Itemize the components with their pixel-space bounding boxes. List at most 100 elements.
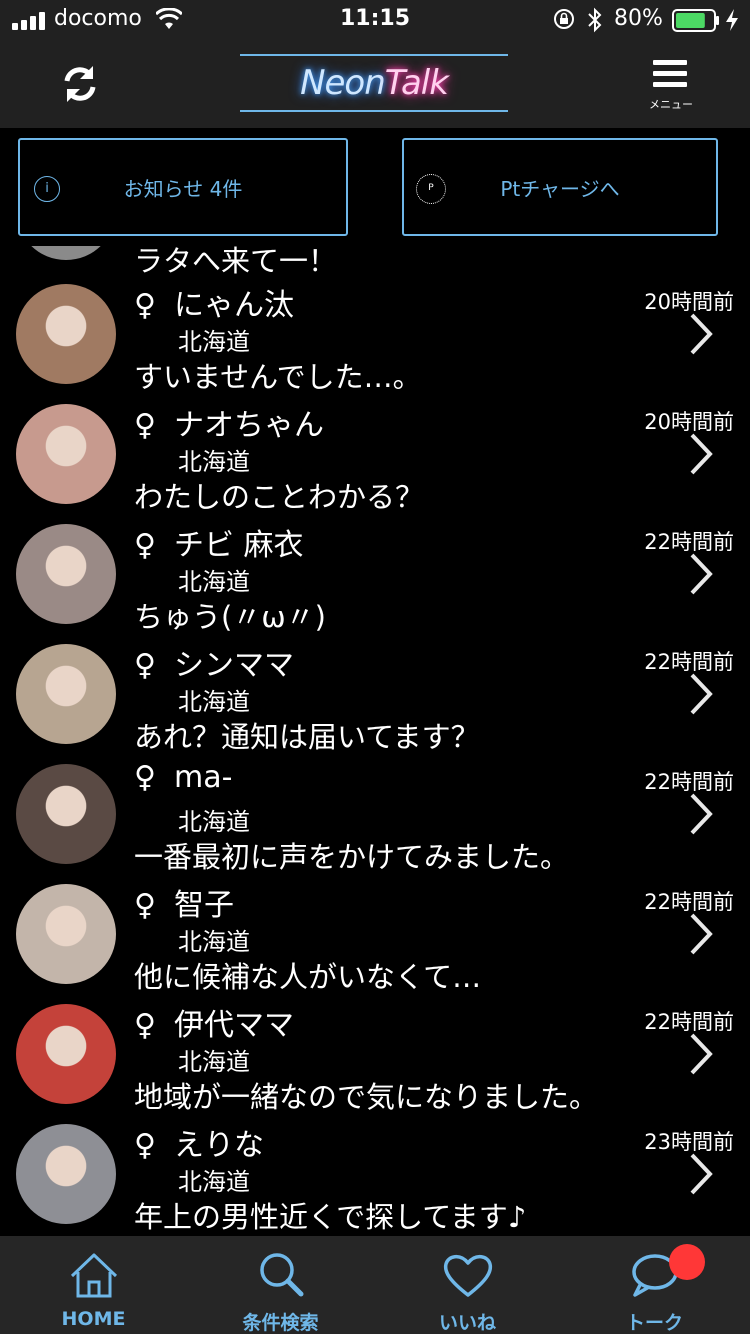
user-name-text: にゃん汰 xyxy=(174,288,294,323)
charging-icon xyxy=(726,9,738,31)
message-preview: あれ？通知は届いてます？ xyxy=(134,720,480,754)
female-icon: ♀ xyxy=(134,648,156,683)
message-preview: ラタへ来て一！ xyxy=(134,246,338,278)
message-preview: わたしのことわかる？ xyxy=(134,480,425,514)
user-name: ♀ シンママ xyxy=(134,640,294,684)
list-item[interactable]: ♀ ma- 北海道 一番最初に声をかけてみました。 22時間前 xyxy=(0,760,750,880)
list-item-partial[interactable]: ラタへ来て一！ xyxy=(0,246,750,278)
user-name: ♀ 智子 xyxy=(134,880,234,924)
tab-home[interactable]: HOME xyxy=(0,1236,187,1334)
female-icon: ♀ xyxy=(134,888,156,923)
tab-bar: HOME 条件検索 いいね トーク xyxy=(0,1236,750,1334)
chevron-right-icon[interactable] xyxy=(688,672,714,716)
tab-like[interactable]: いいね xyxy=(374,1236,561,1334)
point-charge-button[interactable]: P Ptチャージへ xyxy=(402,138,718,236)
chevron-right-icon[interactable] xyxy=(688,912,714,956)
user-name: ♀ 伊代ママ xyxy=(134,1000,294,1044)
chevron-right-icon[interactable] xyxy=(688,1032,714,1076)
chevron-right-icon[interactable] xyxy=(688,312,714,356)
app-logo: NeonTalk xyxy=(240,54,508,112)
user-name-text: 伊代ママ xyxy=(174,1008,294,1043)
avatar xyxy=(16,1004,116,1104)
battery-icon xyxy=(672,9,719,32)
message-preview: 地域が一緒なので気になりました。 xyxy=(134,1080,599,1114)
avatar xyxy=(16,404,116,504)
message-preview: 年上の男性近くで探してます♪ xyxy=(134,1200,527,1234)
notice-bar: i お知らせ 4件 P Ptチャージへ xyxy=(0,128,750,246)
avatar xyxy=(16,524,116,624)
female-icon: ♀ xyxy=(134,1008,156,1043)
message-preview: 一番最初に声をかけてみました。 xyxy=(134,840,570,874)
user-region: 北海道 xyxy=(178,808,250,836)
logo-neon-text: Neon xyxy=(300,63,386,103)
user-name: ♀ ナオちゃん xyxy=(134,400,324,444)
tab-home-label: HOME xyxy=(61,1308,126,1330)
logo-talk-text: Talk xyxy=(384,63,449,103)
notification-badge xyxy=(669,1244,705,1280)
list-item[interactable]: ♀ ナオちゃん 北海道 わたしのことわかる？ 20時間前 xyxy=(0,400,750,520)
avatar xyxy=(16,246,116,260)
heart-icon xyxy=(443,1255,493,1297)
refresh-icon[interactable] xyxy=(58,62,102,106)
message-preview: ちゅう(〃ω〃) xyxy=(134,600,326,634)
point-charge-label: Ptチャージへ xyxy=(500,176,620,201)
user-name-text: えりな xyxy=(174,1128,264,1163)
female-icon: ♀ xyxy=(134,408,156,443)
list-item[interactable]: ♀ えりな 北海道 年上の男性近くで探してます♪ 23時間前 xyxy=(0,1120,750,1236)
search-icon xyxy=(260,1253,304,1297)
info-icon: i xyxy=(34,176,60,202)
user-region: 北海道 xyxy=(178,568,250,596)
user-region: 北海道 xyxy=(178,1168,250,1196)
app-header: NeonTalk メニュー xyxy=(0,40,750,128)
user-name: ♀ チビ 麻衣 xyxy=(134,520,304,564)
female-icon: ♀ xyxy=(134,760,156,795)
tab-search[interactable]: 条件検索 xyxy=(187,1236,374,1334)
avatar xyxy=(16,644,116,744)
orientation-lock-icon xyxy=(554,9,574,29)
user-name-text: チビ 麻衣 xyxy=(174,528,304,563)
female-icon: ♀ xyxy=(134,528,156,563)
user-name-text: 智子 xyxy=(174,888,234,923)
user-name: ♀ にゃん汰 xyxy=(134,280,294,324)
avatar xyxy=(16,284,116,384)
battery-percent: 80% xyxy=(614,6,663,31)
list-item[interactable]: ♀ 智子 北海道 他に候補な人がいなくて… 22時間前 xyxy=(0,880,750,1000)
chevron-right-icon[interactable] xyxy=(688,1152,714,1196)
user-region: 北海道 xyxy=(178,1048,250,1076)
list-item[interactable]: ♀ にゃん汰 北海道 すいませんでした…。 20時間前 xyxy=(0,280,750,400)
avatar xyxy=(16,884,116,984)
user-region: 北海道 xyxy=(178,328,250,356)
bluetooth-icon xyxy=(588,7,602,33)
avatar xyxy=(16,1124,116,1224)
chevron-right-icon[interactable] xyxy=(688,552,714,596)
female-icon: ♀ xyxy=(134,1128,156,1163)
message-preview: 他に候補な人がいなくて… xyxy=(134,960,482,994)
chevron-right-icon[interactable] xyxy=(688,432,714,476)
news-label: お知らせ 4件 xyxy=(123,176,243,201)
chevron-right-icon[interactable] xyxy=(688,792,714,836)
message-preview: すいませんでした…。 xyxy=(134,360,422,394)
menu-label: メニュー xyxy=(649,98,693,111)
tab-talk[interactable]: トーク xyxy=(561,1236,748,1334)
message-list[interactable]: ラタへ来て一！ ♀ にゃん汰 北海道 すいませんでした…。 20時間前 ♀ ナオちゃん 北海道… xyxy=(0,246,750,1236)
user-region: 北海道 xyxy=(178,688,250,716)
tab-search-label: 条件検索 xyxy=(242,1312,319,1334)
user-name-text: ma- xyxy=(174,760,233,795)
point-coin-icon: P xyxy=(416,174,446,204)
list-item[interactable]: ♀ 伊代ママ 北海道 地域が一緒なので気になりました。 22時間前 xyxy=(0,1000,750,1120)
user-name: ♀ えりな xyxy=(134,1120,264,1164)
menu-button[interactable]: メニュー xyxy=(644,58,698,114)
tab-like-label: いいね xyxy=(438,1312,496,1334)
user-region: 北海道 xyxy=(178,928,250,956)
list-item[interactable]: ♀ シンママ 北海道 あれ？通知は届いてます？ 22時間前 xyxy=(0,640,750,760)
user-name-text: ナオちゃん xyxy=(174,408,324,443)
user-region: 北海道 xyxy=(178,448,250,476)
home-icon xyxy=(70,1253,118,1298)
list-item[interactable]: ♀ チビ 麻衣 北海道 ちゅう(〃ω〃) 22時間前 xyxy=(0,520,750,640)
user-name: ♀ ma- xyxy=(134,760,232,795)
user-name-text: シンママ xyxy=(174,648,294,683)
avatar xyxy=(16,764,116,864)
female-icon: ♀ xyxy=(134,288,156,323)
status-bar: docomo 11:15 80% xyxy=(0,0,750,40)
news-button[interactable]: i お知らせ 4件 xyxy=(18,138,348,236)
